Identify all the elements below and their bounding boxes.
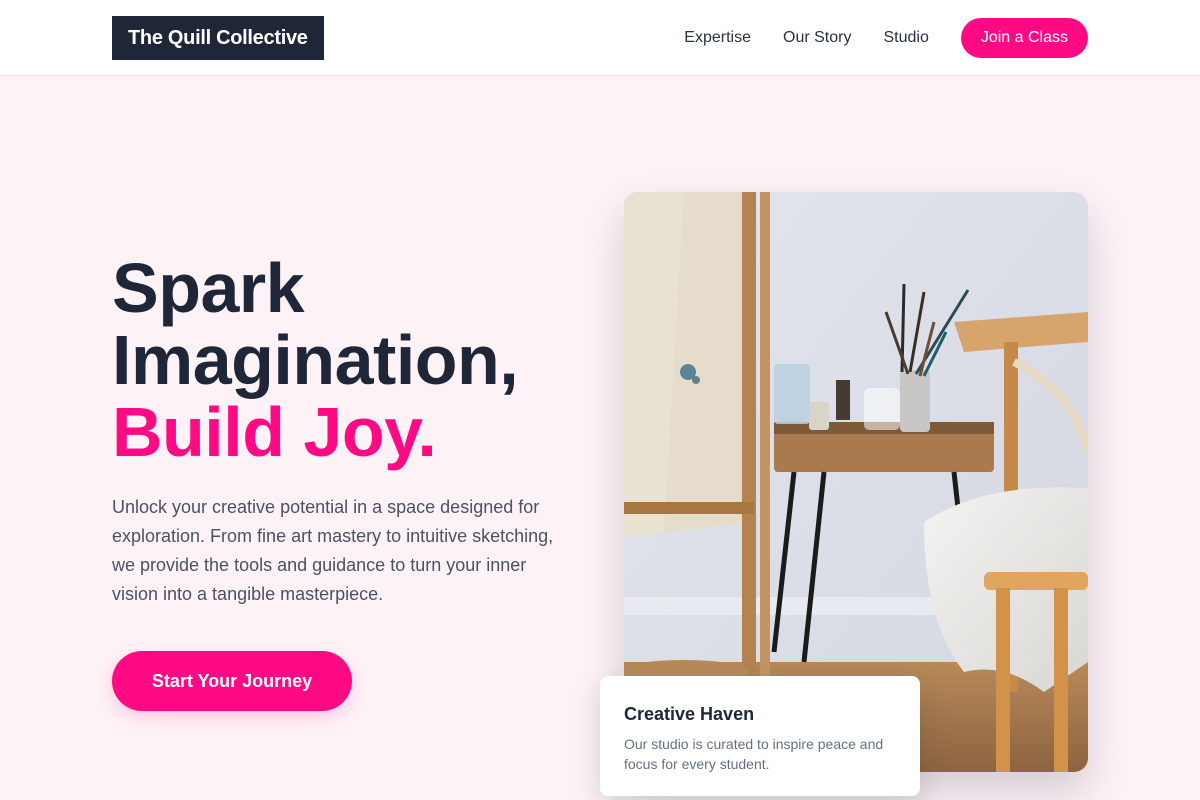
card-title: Creative Haven — [624, 704, 755, 724]
nav-link-our-story[interactable]: Our Story — [783, 29, 851, 47]
hero-title: Spark Imagination, Build Joy. — [112, 252, 592, 468]
nav-link-expertise[interactable]: Expertise — [684, 29, 751, 47]
creative-haven-card: Creative Haven Our studio is curated to … — [600, 676, 920, 796]
main-nav: Expertise Our Story Studio Join a Class — [684, 18, 1088, 58]
card-text: Our studio is curated to inspire peace a… — [624, 736, 884, 772]
site-logo[interactable]: The Quill Collective — [112, 16, 324, 60]
join-class-button[interactable]: Join a Class — [960, 18, 1088, 58]
hero-title-accent: Build Joy. — [112, 393, 437, 471]
hero-description: Unlock your creative potential in a spac… — [112, 497, 554, 604]
start-journey-button[interactable]: Start Your Journey — [112, 651, 352, 711]
nav-link-studio[interactable]: Studio — [883, 29, 928, 47]
hero-title-line-2: Imagination, — [112, 321, 519, 399]
site-header: The Quill Collective Expertise Our Story… — [0, 0, 1200, 76]
hero-title-line-1: Spark — [112, 249, 305, 327]
